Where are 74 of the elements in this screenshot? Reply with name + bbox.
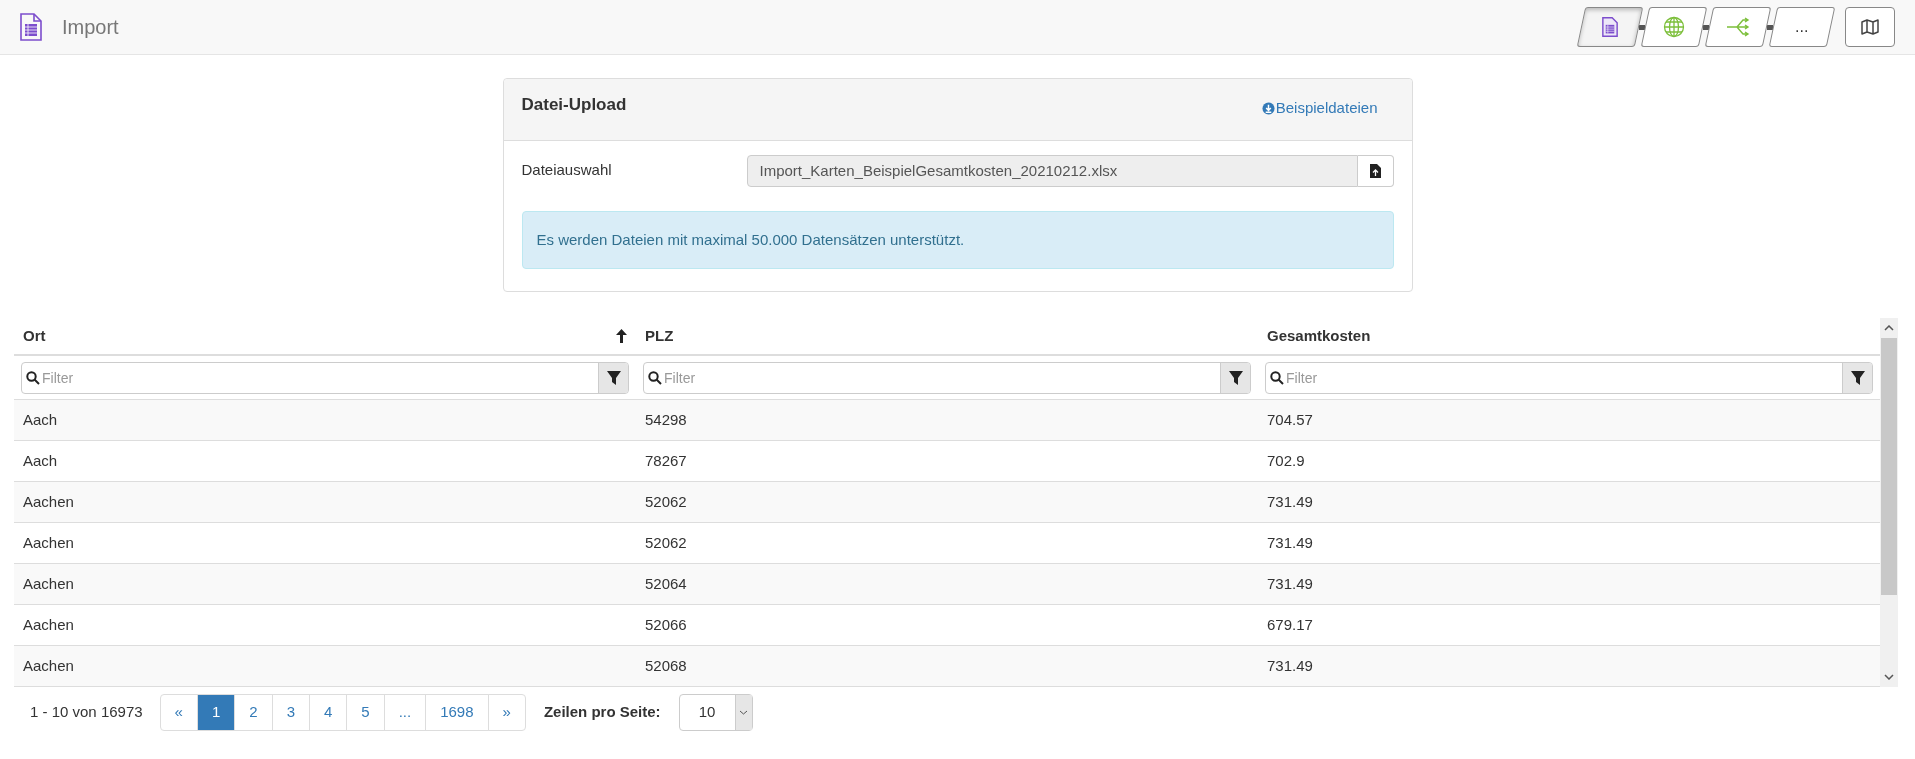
search-icon (1270, 370, 1284, 385)
table-cell: 54298 (645, 410, 687, 428)
table-cell: 702.9 (1267, 451, 1305, 469)
search-icon (648, 370, 662, 385)
workflow-step-button[interactable]: ... (1768, 7, 1836, 47)
table-cell: 52068 (645, 656, 687, 674)
workflow-step-button[interactable] (1576, 7, 1644, 47)
info-alert: Es werden Dateien mit maximal 50.000 Datensätzen unterstützt. (521, 211, 1394, 269)
spreadsheet-file-icon (20, 13, 42, 41)
caret-icon (739, 710, 749, 715)
scrollbar-thumb[interactable] (1881, 338, 1897, 595)
filter-icon (1850, 370, 1865, 385)
file-path-field[interactable]: Import_Karten_BeispielGesamtkosten_20210212.xlsx (746, 155, 1358, 187)
filter-icon (606, 370, 621, 385)
filter-field[interactable]: Filter (643, 361, 1251, 394)
search-icon (26, 370, 40, 385)
table-cell: 52062 (645, 492, 687, 510)
table-cell: Aachen (23, 533, 74, 551)
column-header[interactable]: Gesamtkosten (1258, 318, 1880, 354)
page-button[interactable]: » (487, 694, 526, 731)
page-summary: 1 - 10 von 16973 (30, 702, 143, 723)
example-files-link[interactable]: Beispieldateien (1261, 97, 1378, 120)
map-icon (1861, 19, 1879, 35)
table-cell: 52066 (645, 615, 687, 633)
scroll-down-icon[interactable] (1884, 674, 1894, 680)
table-cell: Aach (23, 410, 58, 428)
page-button[interactable]: 5 (346, 694, 385, 731)
choose-file-button[interactable] (1357, 155, 1394, 187)
scrollbar[interactable] (1880, 318, 1898, 687)
table-cell: 731.49 (1267, 492, 1313, 510)
step-connector (1703, 24, 1709, 30)
filter-button[interactable] (598, 362, 628, 393)
table-cell: 731.49 (1267, 533, 1313, 551)
globe-icon (1663, 16, 1685, 38)
table-cell: Aachen (23, 492, 74, 510)
workflow-step-button[interactable] (1704, 7, 1772, 47)
table-cell: Aachen (23, 574, 74, 592)
download-icon (1261, 101, 1275, 115)
column-header[interactable]: Ort (14, 318, 636, 354)
table-cell: Aachen (23, 656, 74, 674)
page-button[interactable]: 2 (234, 694, 273, 731)
filter-field[interactable]: Filter (21, 361, 629, 394)
filter-field[interactable]: Filter (1265, 361, 1873, 394)
panel-title: Datei-Upload (521, 94, 627, 116)
map-button[interactable] (1845, 7, 1895, 47)
filter-icon (1228, 370, 1243, 385)
page-button[interactable]: « (159, 694, 198, 731)
table-cell: 679.17 (1267, 615, 1313, 633)
page-button[interactable]: 3 (271, 694, 310, 731)
file-upload-icon (1369, 164, 1381, 178)
page-button[interactable]: 1698 (425, 694, 489, 731)
table-cell: Aach (23, 451, 58, 469)
scroll-up-icon[interactable] (1884, 325, 1894, 331)
table-cell: 52064 (645, 574, 687, 592)
workflow-step-button[interactable] (1640, 7, 1708, 47)
rows-per-page-select[interactable]: 10 (678, 694, 753, 731)
table-cell: 731.49 (1267, 574, 1313, 592)
field-label: Dateiauswahl (521, 160, 613, 180)
sort-ascending-icon (616, 329, 627, 343)
rows-per-page-label: Zeilen pro Seite: (543, 702, 661, 723)
column-header[interactable]: PLZ (636, 318, 1258, 354)
page-title: Import (62, 15, 119, 40)
step-connector (1639, 24, 1645, 30)
filter-button[interactable] (1220, 362, 1250, 393)
table-cell: 731.49 (1267, 656, 1313, 674)
spreadsheet-file-icon (1602, 17, 1618, 37)
step-connector (1767, 24, 1773, 30)
table-cell: 704.57 (1267, 410, 1313, 428)
filter-button[interactable] (1842, 362, 1872, 393)
table-cell: 78267 (645, 451, 687, 469)
table-cell: Aachen (23, 615, 74, 633)
table-cell: 52062 (645, 533, 687, 551)
page-button[interactable]: ... (383, 694, 427, 731)
branch-arrows-icon (1726, 17, 1750, 37)
